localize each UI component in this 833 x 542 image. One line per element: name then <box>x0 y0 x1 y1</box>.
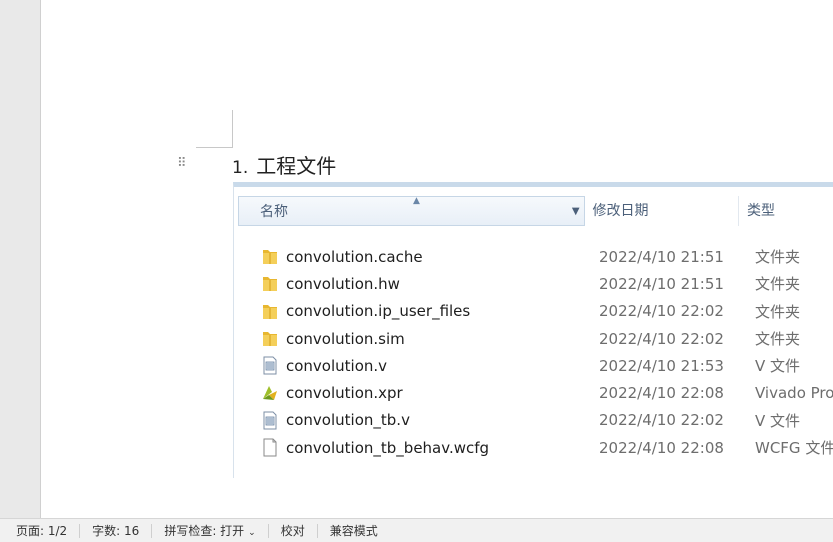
file-date: 2022/4/10 22:02 <box>599 302 724 321</box>
status-word-count[interactable]: 字数: 16 <box>80 523 153 538</box>
page-margin-marker-vertical <box>232 110 233 148</box>
file-date: 2022/4/10 22:02 <box>599 411 724 430</box>
column-header-name[interactable]: ▲ 名称 ▼ <box>238 196 585 226</box>
file-type: 文件夹 <box>755 302 801 321</box>
text-file-icon <box>263 356 277 375</box>
file-name: convolution.ip_user_files <box>286 302 471 321</box>
file-name: convolution_tb.v <box>286 411 410 430</box>
file-name: convolution.xpr <box>286 384 403 403</box>
file-name: convolution.cache <box>286 247 423 266</box>
column-header-name-label: 名称 <box>260 204 288 220</box>
column-header-date[interactable]: 修改日期 <box>585 196 739 226</box>
file-name: convolution.hw <box>286 274 400 293</box>
column-header-type[interactable]: 类型 <box>739 196 833 226</box>
file-type: V 文件 <box>755 357 801 376</box>
left-canvas-margin <box>0 0 40 518</box>
status-compat-mode: 兼容模式 <box>329 523 378 538</box>
file-date: 2022/4/10 22:08 <box>599 438 724 457</box>
file-list: convolution.cache 2022/4/10 21:51 文件夹 co… <box>234 243 833 461</box>
sort-ascending-icon: ▲ <box>413 196 420 206</box>
blank-file-icon <box>263 438 277 457</box>
status-spell-check[interactable]: 拼写检查: 打开 ⌄ <box>152 523 269 538</box>
embedded-explorer-screenshot[interactable]: ▲ 名称 ▼ 修改日期 类型 convolution.cache 2022/4/… <box>233 182 833 478</box>
column-header-type-label: 类型 <box>746 203 775 219</box>
file-row[interactable]: convolution.ip_user_files 2022/4/10 22:0… <box>234 298 833 325</box>
file-date: 2022/4/10 22:08 <box>599 384 724 403</box>
column-dropdown-icon: ▼ <box>571 206 580 217</box>
paragraph-drag-handle-icon[interactable]: ⠿ <box>177 155 189 173</box>
file-date: 2022/4/10 21:53 <box>599 356 724 375</box>
folder-icon <box>263 277 277 292</box>
file-row[interactable]: convolution.xpr 2022/4/10 22:08 Vivado P… <box>234 379 833 406</box>
column-header-date-label: 修改日期 <box>592 203 649 219</box>
file-type: Vivado Pro <box>755 384 833 403</box>
list-heading[interactable]: 1. 工程文件 <box>232 150 336 178</box>
file-type: 文件夹 <box>755 248 801 267</box>
list-number: 1. <box>232 158 249 178</box>
file-row[interactable]: convolution.hw 2022/4/10 21:51 文件夹 <box>234 270 833 297</box>
file-type: 文件夹 <box>755 275 801 294</box>
file-date: 2022/4/10 21:51 <box>599 247 724 266</box>
status-proofread[interactable]: 校对 <box>269 523 318 538</box>
file-type: 文件夹 <box>755 330 801 349</box>
file-row[interactable]: convolution_tb_behav.wcfg 2022/4/10 22:0… <box>234 434 833 461</box>
status-spell-check-label: 拼写检查: 打开 <box>164 523 245 538</box>
status-bar: 页面: 1/2 字数: 16 拼写检查: 打开 ⌄ 校对 兼容模式 <box>0 518 833 542</box>
file-name: convolution.sim <box>286 329 405 348</box>
status-page-count[interactable]: 页面: 1/2 <box>0 523 81 538</box>
page-margin-marker-horizontal <box>196 147 233 148</box>
folder-icon <box>263 331 277 346</box>
file-date: 2022/4/10 21:51 <box>599 274 724 293</box>
file-name: convolution_tb_behav.wcfg <box>286 438 490 457</box>
file-row[interactable]: convolution_tb.v 2022/4/10 22:02 V 文件 <box>234 407 833 434</box>
folder-icon <box>263 250 277 264</box>
file-row[interactable]: convolution.v 2022/4/10 21:53 V 文件 <box>234 352 833 379</box>
document-page[interactable]: ⠿ 1. 工程文件 ▲ 名称 ▼ 修改日期 类型 convolution.cac… <box>40 0 833 518</box>
file-name: convolution.v <box>286 356 388 375</box>
file-type: WCFG 文件 <box>755 439 833 458</box>
column-header-row: ▲ 名称 ▼ 修改日期 类型 <box>238 196 833 226</box>
chevron-down-icon: ⌄ <box>248 527 256 538</box>
vivado-project-icon <box>263 386 277 401</box>
text-file-icon <box>263 411 277 430</box>
word-processor-window: ⠿ 1. 工程文件 ▲ 名称 ▼ 修改日期 类型 convolution.cac… <box>0 0 833 542</box>
file-row[interactable]: convolution.cache 2022/4/10 21:51 文件夹 <box>234 243 833 270</box>
file-row[interactable]: convolution.sim 2022/4/10 22:02 文件夹 <box>234 325 833 352</box>
heading-text: 工程文件 <box>256 154 337 178</box>
file-type: V 文件 <box>755 411 801 430</box>
file-date: 2022/4/10 22:02 <box>599 329 724 348</box>
folder-icon <box>263 304 277 319</box>
